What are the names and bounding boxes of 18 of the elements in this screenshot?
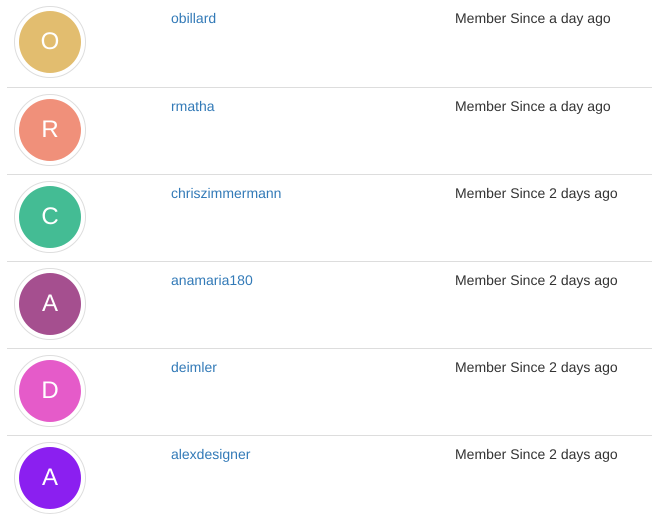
- avatar: A: [19, 273, 81, 335]
- member-since-text: Member Since a day ago: [455, 98, 611, 114]
- member-since-text: Member Since a day ago: [455, 10, 611, 26]
- username-link[interactable]: obillard: [171, 10, 216, 26]
- username-link[interactable]: rmatha: [171, 98, 215, 114]
- username-link[interactable]: anamaria180: [171, 272, 253, 288]
- member-since-text: Member Since 2 days ago: [455, 272, 618, 288]
- member-since-text: Member Since 2 days ago: [455, 185, 618, 201]
- avatar: O: [19, 11, 81, 73]
- member-since-text: Member Since 2 days ago: [455, 446, 618, 462]
- avatar: R: [19, 99, 81, 161]
- username-link[interactable]: deimler: [171, 359, 217, 375]
- avatar: D: [19, 360, 81, 422]
- avatar: A: [19, 447, 81, 509]
- username-link[interactable]: alexdesigner: [171, 446, 250, 462]
- username-link[interactable]: chriszimmermann: [171, 185, 282, 201]
- member-since-text: Member Since 2 days ago: [455, 359, 618, 375]
- avatar: C: [19, 186, 81, 248]
